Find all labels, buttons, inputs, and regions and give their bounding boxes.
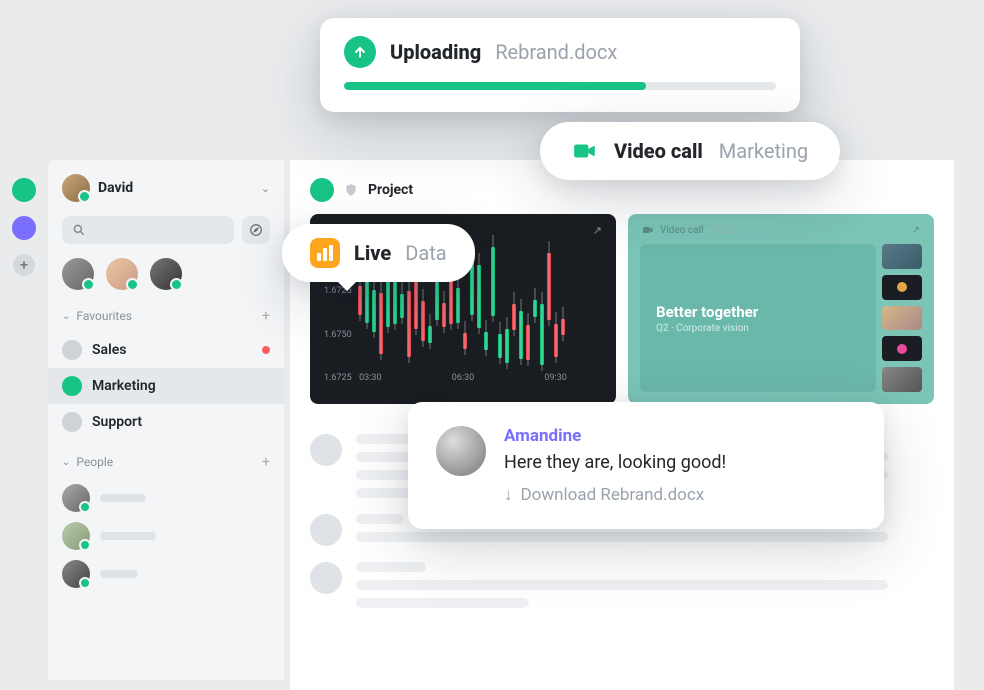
x-tick: 03:30 [359,373,381,383]
video-main-slide: Better together Q2 · Corporate vision [640,244,876,392]
feed-avatar [310,514,342,546]
videocall-channel: Marketing [719,139,808,163]
add-person-button[interactable]: + [262,454,270,470]
person-name-placeholder [100,494,146,502]
recent-avatars [48,258,284,290]
user-name: David [98,180,253,196]
video-call-duration: 45:02 [709,225,734,236]
x-tick: 09:30 [544,373,566,383]
feed-text-line [356,532,888,542]
workspace-dot-2[interactable] [12,216,36,240]
recent-avatar-3[interactable] [150,258,182,290]
person-avatar [62,522,90,550]
channel-dot [310,178,334,202]
people-list [48,478,284,588]
slide-subtitle: Q2 · Corporate vision [656,323,860,334]
open-external-icon[interactable]: ↗ [912,225,920,236]
participant-thumb[interactable] [882,244,922,269]
sidebar-item-sales[interactable]: Sales [48,332,284,368]
feed-text-line [356,562,426,572]
current-user-row[interactable]: David ⌄ [48,174,284,202]
feed-text-line [356,434,416,444]
video-icon [642,224,654,236]
upload-progress [344,82,776,90]
sidebar-item-label: Sales [92,342,126,358]
person-avatar [62,484,90,512]
x-tick: 06:30 [452,373,474,383]
chevron-down-icon: ⌄ [62,311,70,322]
message-author: Amandine [504,426,726,446]
feed-message [310,562,934,608]
upload-icon [344,36,376,68]
upload-title: Uploading [390,40,481,64]
sidebar-item-support[interactable]: Support [48,404,284,440]
bar-chart-icon [310,238,340,268]
video-participants [882,244,922,392]
videocall-card[interactable]: Video call Marketing [540,122,840,180]
message-card: Amandine Here they are, looking good! ↓ … [408,402,884,529]
video-call-label: Video call [660,225,703,236]
add-favourite-button[interactable]: + [262,308,270,324]
favourites-label: Favourites [76,309,132,323]
download-attachment-button[interactable]: ↓ Download Rebrand.docx [504,485,726,505]
recent-avatar-2[interactable] [106,258,138,290]
feed-avatar [310,562,342,594]
favourites-header[interactable]: ⌄ Favourites + [48,308,284,324]
participant-thumb[interactable] [882,275,922,300]
message-text: Here they are, looking good! [504,452,726,473]
person-avatar [62,560,90,588]
workspace-dot-1[interactable] [12,178,36,202]
people-label: People [76,455,113,469]
compass-icon [249,223,263,237]
channel-dot [62,376,82,396]
videocall-title: Video call [614,139,703,163]
person-row[interactable] [62,560,270,588]
people-header[interactable]: ⌄ People + [48,454,284,470]
download-icon: ↓ [504,485,513,505]
person-name-placeholder [100,570,138,578]
search-icon [72,223,86,237]
upload-filename: Rebrand.docx [495,40,617,64]
recent-avatar-1[interactable] [62,258,94,290]
participant-thumb[interactable] [882,367,922,392]
channel-dot [62,340,82,360]
channel-dot [62,412,82,432]
person-row[interactable] [62,522,270,550]
chevron-down-icon: ⌄ [261,182,270,195]
livedata-title: Live [354,241,391,265]
search-input[interactable] [62,216,234,244]
feed-avatar [310,434,342,466]
chevron-down-icon: ⌄ [62,457,70,468]
message-avatar [436,426,486,476]
y-tick: 1.6750 [324,330,352,340]
download-label: Download Rebrand.docx [521,485,705,505]
participant-thumb[interactable] [882,306,922,331]
livedata-subtitle: Data [405,241,446,265]
participant-thumb[interactable] [882,336,922,361]
channel-title: Project [368,182,413,198]
shield-icon [344,183,358,197]
person-row[interactable] [62,484,270,512]
video-icon [572,138,598,164]
workspace-rail: + [0,170,48,276]
notification-dot [262,346,270,354]
sidebar-item-label: Marketing [92,378,156,394]
feed-text-line [356,598,529,608]
person-name-placeholder [100,532,156,540]
slide-title: Better together [656,303,860,321]
upload-card: Uploading Rebrand.docx [320,18,800,112]
video-call-widget[interactable]: Video call 45:02 ↗ Better together Q2 · … [628,214,934,404]
open-external-icon[interactable]: ↗ [593,224,602,237]
explore-button[interactable] [242,216,270,244]
upload-progress-fill [344,82,646,90]
sidebar: David ⌄ ⌄ Favourites + Sales Marketing S… [48,160,284,680]
feed-text-line [356,514,404,524]
feed-text-line [356,580,888,590]
user-avatar [62,174,90,202]
add-workspace-button[interactable]: + [13,254,35,276]
sidebar-item-marketing[interactable]: Marketing [48,368,284,404]
sidebar-item-label: Support [92,414,142,430]
livedata-card[interactable]: Live Data [282,224,475,282]
